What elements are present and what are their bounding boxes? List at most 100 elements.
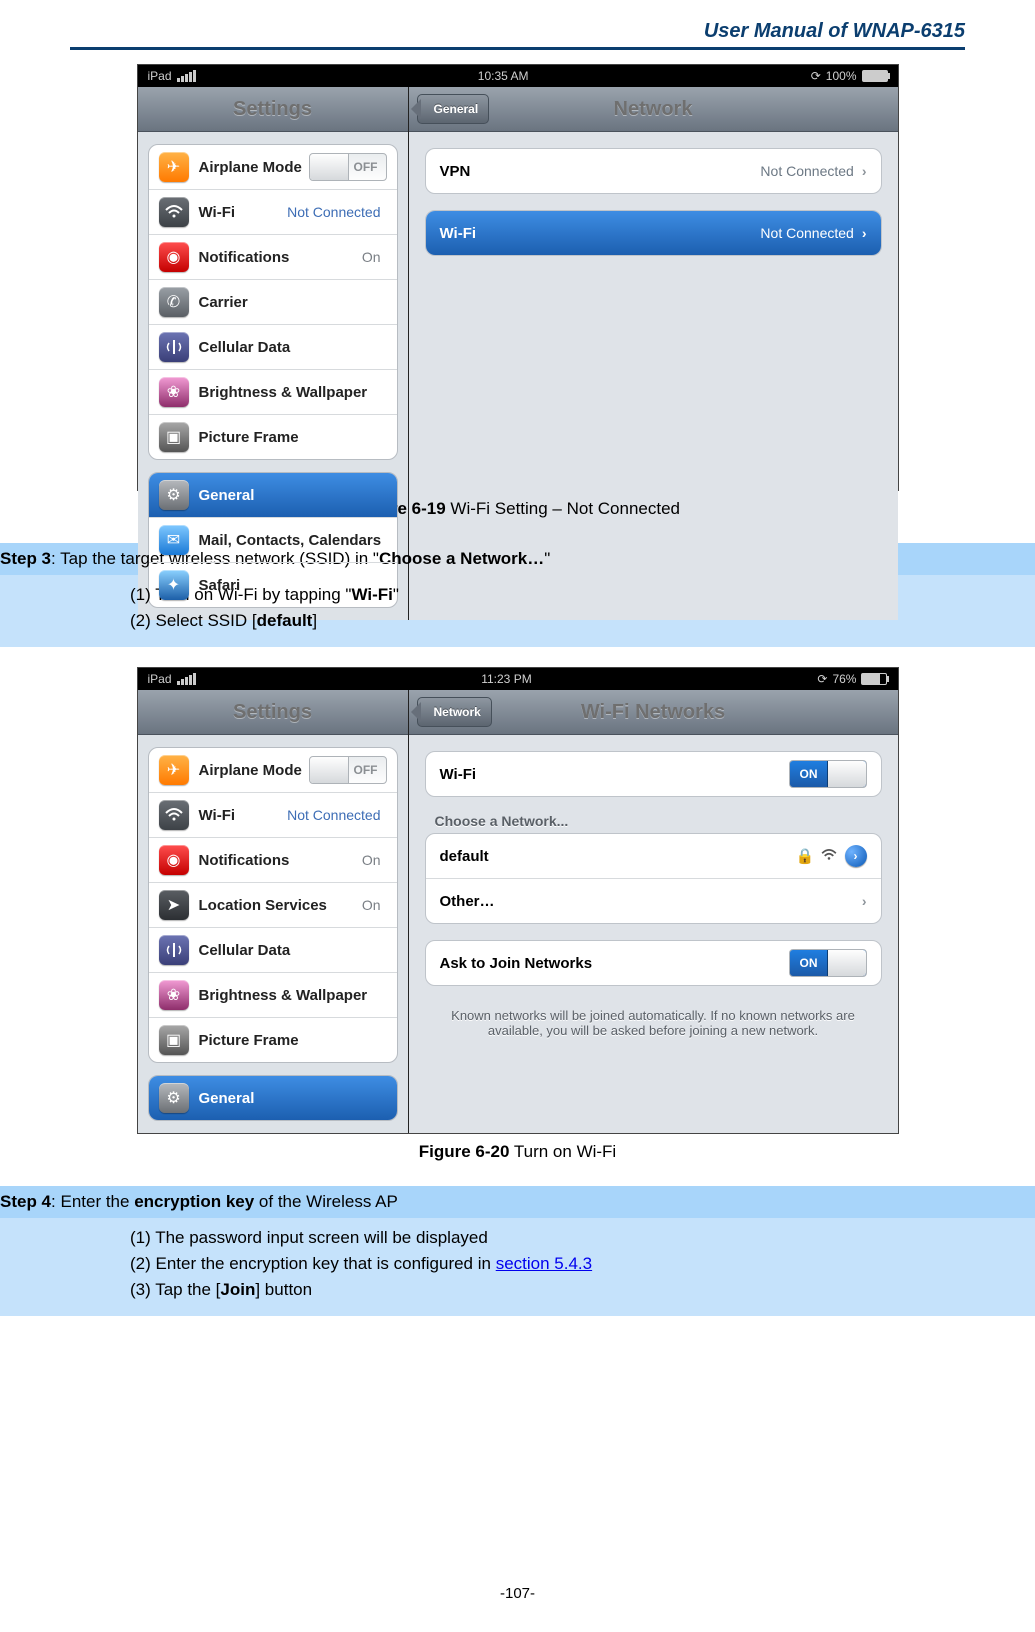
figure-2-ipad: iPad 11:23 PM ⟳ 76% Settings ✈ Airplane … (137, 667, 899, 1134)
battery-icon (861, 673, 887, 685)
step4-title: Step 4: Enter the encryption key of the … (0, 1186, 1035, 1218)
notifications-icon: ◉ (159, 845, 189, 875)
clock: 10:35 AM (478, 69, 529, 83)
ask-to-join-row[interactable]: Ask to Join Networks ON (426, 941, 881, 985)
picture-frame-icon: ▣ (159, 422, 189, 452)
sidebar-item-airplane[interactable]: ✈ Airplane Mode OFF (149, 145, 397, 190)
airplane-toggle[interactable]: OFF (309, 756, 387, 784)
wifi-toggle-row[interactable]: Wi-Fi ON (426, 752, 881, 796)
back-button[interactable]: Network (417, 697, 492, 727)
ask-toggle[interactable]: ON (789, 949, 867, 977)
step4-sub3: (3) Tap the [Join] button (130, 1280, 965, 1300)
detail-button[interactable]: › (845, 845, 867, 867)
wifi-label: Wi-Fi (440, 225, 477, 242)
left-pane-title: Settings (138, 690, 408, 735)
battery-percent: 76% (832, 672, 856, 686)
other-label: Other… (440, 893, 495, 910)
signal-icon (177, 673, 196, 685)
chevron-icon: › (862, 225, 867, 241)
sidebar-label: General (199, 1090, 387, 1107)
right-pane-title: Network Wi-Fi Networks (409, 690, 898, 735)
figure-2-caption: Figure 6-20 Turn on Wi-Fi (70, 1142, 965, 1162)
orientation-lock-icon: ⟳ (811, 69, 821, 83)
sidebar-item-notifications[interactable]: ◉ Notifications On (149, 838, 397, 883)
chevron-icon: › (862, 163, 867, 179)
sidebar-item-brightness[interactable]: ❀ Brightness & Wallpaper (149, 370, 397, 415)
sidebar-label: Brightness & Wallpaper (199, 987, 387, 1004)
step4-sub2: (2) Enter the encryption key that is con… (130, 1254, 965, 1274)
right-pane-title-text: Network (614, 98, 693, 120)
sidebar-label: Picture Frame (199, 429, 387, 446)
clock: 11:23 PM (481, 672, 531, 686)
sidebar-item-safari[interactable]: ✦ Safari (149, 563, 397, 607)
header-divider (70, 47, 965, 50)
sidebar-item-wifi[interactable]: Wi-Fi Not Connected (149, 190, 397, 235)
sidebar-item-cellular[interactable]: Cellular Data (149, 325, 397, 370)
sidebar-label: Notifications (199, 852, 362, 869)
cellular-icon (159, 332, 189, 362)
choose-network-label: Choose a Network... (435, 813, 898, 829)
sidebar-item-airplane[interactable]: ✈ Airplane Mode OFF (149, 748, 397, 793)
sidebar-item-location[interactable]: ➤ Location Services On (149, 883, 397, 928)
vpn-row[interactable]: VPN Not Connected › (426, 149, 881, 193)
network-name: default (440, 848, 489, 865)
sidebar-item-notifications[interactable]: ◉ Notifications On (149, 235, 397, 280)
sidebar-label: Location Services (199, 897, 362, 914)
left-pane-title: Settings (138, 87, 408, 132)
sidebar-item-wifi[interactable]: Wi-Fi Not Connected (149, 793, 397, 838)
device-label: iPad (148, 672, 172, 686)
sidebar-item-carrier[interactable]: ✆ Carrier (149, 280, 397, 325)
location-icon: ➤ (159, 890, 189, 920)
gear-icon: ⚙ (159, 480, 189, 510)
signal-icon (177, 70, 196, 82)
wallpaper-icon: ❀ (159, 377, 189, 407)
lock-icon: 🔒 (796, 847, 815, 865)
step4-sub1: (1) The password input screen will be di… (130, 1228, 965, 1248)
sidebar-item-pictureframe[interactable]: ▣ Picture Frame (149, 1018, 397, 1062)
notif-value: On (362, 249, 381, 265)
sidebar-label: Brightness & Wallpaper (199, 384, 387, 401)
status-bar: iPad 10:35 AM ⟳ 100% (138, 65, 898, 87)
status-bar: iPad 11:23 PM ⟳ 76% (138, 668, 898, 690)
wifi-label: Wi-Fi (440, 766, 477, 783)
sidebar-item-general[interactable]: ⚙ General (149, 473, 397, 518)
sidebar-label: Safari (199, 577, 387, 594)
ask-label: Ask to Join Networks (440, 955, 593, 972)
chevron-icon: › (862, 893, 867, 909)
wifi-row[interactable]: Wi-Fi Not Connected › (426, 211, 881, 255)
sidebar-item-brightness[interactable]: ❀ Brightness & Wallpaper (149, 973, 397, 1018)
phone-icon: ✆ (159, 287, 189, 317)
cellular-icon (159, 935, 189, 965)
orientation-lock-icon: ⟳ (817, 672, 827, 686)
network-row-other[interactable]: Other… › (426, 879, 881, 923)
sidebar-item-cellular[interactable]: Cellular Data (149, 928, 397, 973)
airplane-icon: ✈ (159, 152, 189, 182)
wifi-toggle[interactable]: ON (789, 760, 867, 788)
document-header: User Manual of WNAP-6315 (70, 20, 965, 47)
wallpaper-icon: ❀ (159, 980, 189, 1010)
sidebar-item-general[interactable]: ⚙ General (149, 1076, 397, 1120)
notifications-icon: ◉ (159, 242, 189, 272)
sidebar-label: Picture Frame (199, 1032, 387, 1049)
figure-1-ipad: iPad 10:35 AM ⟳ 100% Settings ✈ Airplane… (137, 64, 899, 491)
back-button[interactable]: General (417, 94, 490, 124)
vpn-value: Not Connected (760, 163, 853, 179)
gear-icon: ⚙ (159, 1083, 189, 1113)
sidebar-item-pictureframe[interactable]: ▣ Picture Frame (149, 415, 397, 459)
airplane-icon: ✈ (159, 755, 189, 785)
safari-icon: ✦ (159, 570, 189, 600)
right-pane-title-text: Wi-Fi Networks (581, 701, 725, 723)
sidebar-label: Cellular Data (199, 339, 387, 356)
network-row-default[interactable]: default 🔒 › (426, 834, 881, 879)
sidebar-label: Airplane Mode (199, 762, 309, 779)
mail-icon: ✉ (159, 525, 189, 555)
section-link[interactable]: section 5.4.3 (496, 1254, 592, 1273)
page-number: -107- (0, 1585, 1035, 1602)
sidebar-item-mail[interactable]: ✉ Mail, Contacts, Calendars (149, 518, 397, 563)
loc-value: On (362, 897, 381, 913)
wifi-value: Not Connected (287, 807, 380, 823)
picture-frame-icon: ▣ (159, 1025, 189, 1055)
sidebar-label: Mail, Contacts, Calendars (199, 532, 387, 549)
airplane-toggle[interactable]: OFF (309, 153, 387, 181)
sidebar-label: Wi-Fi (199, 204, 288, 221)
